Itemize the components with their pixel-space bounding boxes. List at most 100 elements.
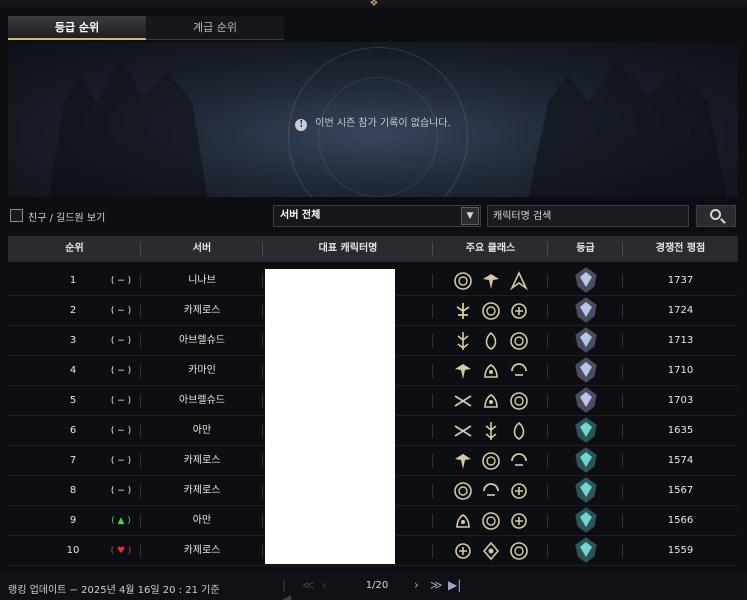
search-button[interactable] bbox=[696, 205, 736, 227]
next-page-icon[interactable]: › bbox=[414, 578, 419, 592]
class-icon-e bbox=[510, 513, 527, 529]
rank-number: 3 bbox=[69, 335, 77, 346]
grade-cell bbox=[548, 536, 623, 566]
rating-cell: 1567 bbox=[667, 485, 694, 496]
season-banner: ! 이번 시즌 참가 기록이 없습니다. bbox=[8, 42, 738, 197]
main-class-cell bbox=[433, 326, 548, 356]
class-icon-h bbox=[483, 364, 498, 378]
grade-cell bbox=[548, 356, 623, 386]
class-icon-k bbox=[482, 541, 499, 561]
grade-diamond-icon bbox=[574, 507, 597, 533]
rating-cell: 1703 bbox=[667, 395, 694, 406]
main-class-cell bbox=[433, 416, 548, 446]
header-main-class: 주요 클래스 bbox=[433, 236, 548, 262]
server-cell: 카제로스 bbox=[141, 296, 263, 326]
rank-cell: 2 ( − ) bbox=[8, 296, 141, 326]
tab-class-ranking[interactable]: 계급 순위 bbox=[146, 16, 284, 40]
grade-cell bbox=[548, 296, 623, 326]
header-grade: 등급 bbox=[548, 236, 623, 262]
main-class-cell bbox=[433, 506, 548, 536]
class-icon-a bbox=[509, 542, 528, 560]
character-search-input[interactable] bbox=[487, 205, 689, 227]
friends-guild-label: 친구 / 길드원 보기 bbox=[28, 213, 106, 224]
class-icon-f bbox=[457, 332, 468, 350]
main-class-cell bbox=[433, 536, 548, 566]
rank-change: ( − ) bbox=[110, 426, 132, 436]
grade-cell bbox=[548, 506, 623, 536]
ornament-icon: ❖ bbox=[369, 0, 379, 9]
grade-diamond-icon bbox=[574, 417, 597, 443]
class-icon-b bbox=[482, 274, 499, 289]
footer-bar: 랭킹 업데이트 − 2025년 4월 16일 20 : 21 기준 |◀ ≪ ‹… bbox=[0, 573, 747, 600]
rating-cell: 1635 bbox=[667, 425, 694, 436]
class-icon-h bbox=[483, 394, 498, 408]
ranking-update-time: 랭킹 업데이트 − 2025년 4월 16일 20 : 21 기준 bbox=[8, 585, 220, 596]
server-cell: 아브렐슈드 bbox=[141, 386, 263, 416]
main-class-cell bbox=[433, 266, 548, 296]
class-icon-a bbox=[481, 512, 500, 530]
last-page-icon[interactable]: ▶| bbox=[448, 578, 461, 592]
grade-silver-icon bbox=[574, 387, 597, 413]
rank-change: ( − ) bbox=[110, 306, 132, 316]
grade-cell bbox=[548, 326, 623, 356]
rank-cell: 5 ( − ) bbox=[8, 386, 141, 416]
ranking-table-header: 순위 서버 대표 캐릭터명 주요 클래스 등급 경쟁전 평점 bbox=[8, 236, 738, 262]
class-icon-a bbox=[453, 272, 472, 290]
header-server: 서버 bbox=[141, 236, 263, 262]
class-icon-a bbox=[509, 332, 528, 350]
rating-cell: 1574 bbox=[667, 455, 694, 466]
main-class-cell bbox=[433, 356, 548, 386]
rank-cell: 3 ( − ) bbox=[8, 326, 141, 356]
server-select[interactable]: 서버 전체 ▼ bbox=[273, 205, 481, 227]
ranking-tabs: 등급 순위 계급 순위 bbox=[8, 16, 284, 40]
grade-diamond-icon bbox=[574, 477, 597, 503]
rank-cell: 9 ( ▲ ) bbox=[8, 506, 141, 536]
grade-cell bbox=[548, 446, 623, 476]
header-rating: 경쟁전 평점 bbox=[655, 243, 706, 254]
rank-cell: 8 ( − ) bbox=[8, 476, 141, 506]
rank-change: ( − ) bbox=[110, 396, 132, 406]
header-character: 대표 캐릭터명 bbox=[263, 236, 433, 262]
rank-number: 9 bbox=[69, 515, 77, 526]
rank-change: ( − ) bbox=[110, 486, 132, 496]
class-icon-i bbox=[482, 483, 499, 496]
class-icon-i bbox=[510, 453, 527, 466]
class-icon-e bbox=[510, 483, 527, 499]
class-icon-h bbox=[455, 514, 470, 528]
server-cell: 아브렐슈드 bbox=[141, 326, 263, 356]
class-icon-e bbox=[454, 543, 471, 559]
server-cell: 카제로스 bbox=[141, 446, 263, 476]
filter-row: 친구 / 길드원 보기 서버 전체 ▼ bbox=[8, 205, 738, 229]
banner-emblem-inner-ring bbox=[318, 77, 438, 197]
grade-silver-icon bbox=[574, 297, 597, 323]
grade-silver-icon bbox=[574, 357, 597, 383]
server-select-value: 서버 전체 bbox=[280, 210, 321, 221]
rank-change: ( − ) bbox=[110, 276, 132, 286]
prev-page-icon[interactable]: ‹ bbox=[322, 578, 327, 592]
main-class-cell bbox=[433, 476, 548, 506]
rating-cell: 1559 bbox=[667, 545, 694, 556]
first-page-icon[interactable]: |◀ bbox=[282, 578, 291, 600]
rank-number: 6 bbox=[69, 425, 77, 436]
grade-diamond-icon bbox=[574, 447, 597, 473]
class-icon-j bbox=[454, 395, 471, 407]
prev-10-icon[interactable]: ≪ bbox=[302, 578, 315, 592]
rank-number: 7 bbox=[69, 455, 77, 466]
rank-change: ( − ) bbox=[110, 336, 132, 346]
character-name-redaction bbox=[265, 269, 395, 564]
grade-silver-icon bbox=[574, 267, 597, 293]
header-rank: 순위 bbox=[8, 236, 141, 262]
rank-change: ( ♥ ) bbox=[110, 546, 132, 556]
rank-change: ( − ) bbox=[110, 456, 132, 466]
rank-number: 4 bbox=[69, 365, 77, 376]
server-cell: 아만 bbox=[141, 416, 263, 446]
chevron-down-icon[interactable]: ▼ bbox=[461, 207, 479, 225]
search-icon bbox=[710, 209, 721, 220]
next-10-icon[interactable]: ≫ bbox=[430, 578, 443, 592]
grade-silver-icon bbox=[574, 327, 597, 353]
main-class-cell bbox=[433, 386, 548, 416]
server-cell: 카제로스 bbox=[141, 536, 263, 566]
friends-guild-checkbox[interactable] bbox=[10, 209, 23, 222]
tab-grade-ranking[interactable]: 등급 순위 bbox=[8, 16, 146, 40]
grade-cell bbox=[548, 416, 623, 446]
